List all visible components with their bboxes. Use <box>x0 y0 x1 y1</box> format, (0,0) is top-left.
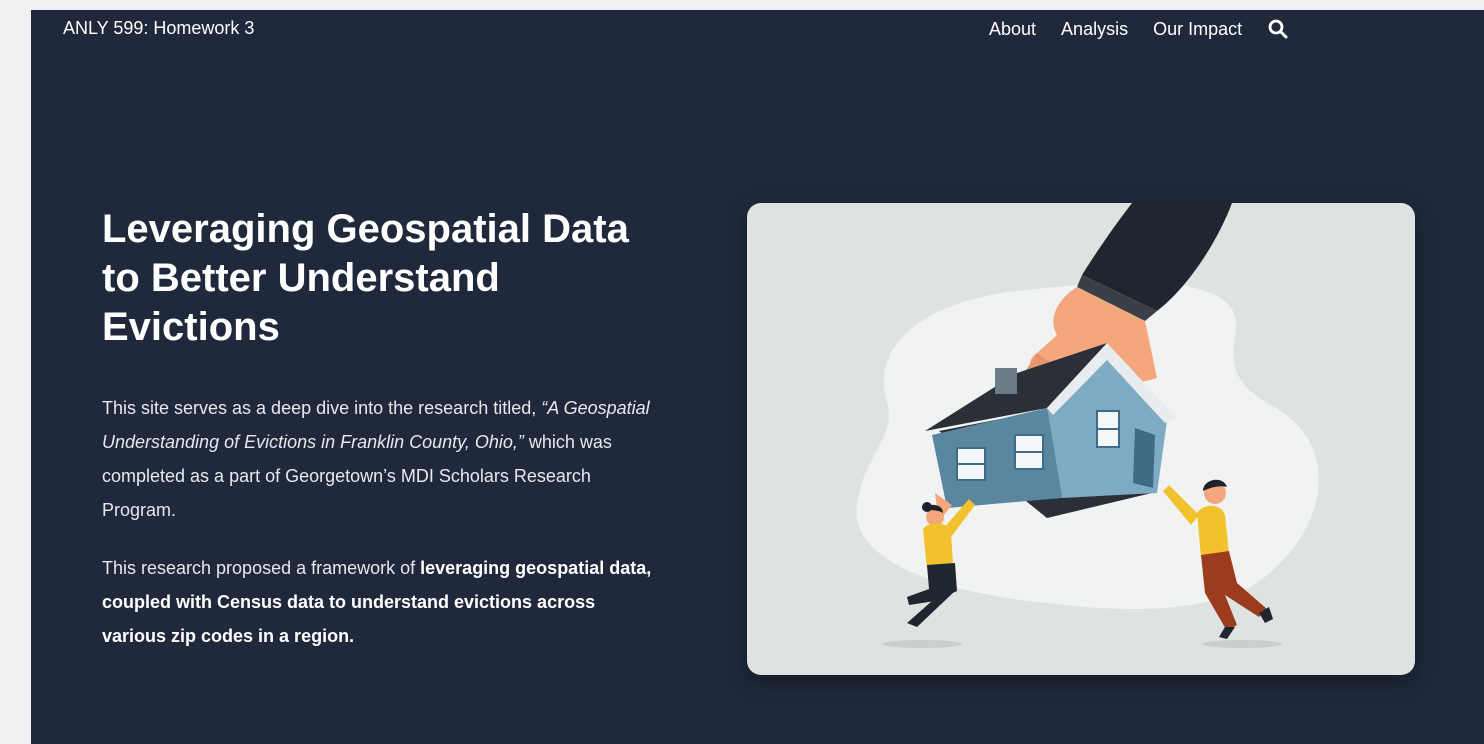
hero-description-2: This research proposed a framework of le… <box>102 551 662 653</box>
search-icon[interactable] <box>1267 18 1289 40</box>
nav-link-analysis[interactable]: Analysis <box>1061 19 1128 40</box>
desc2-text-start: This research proposed a framework of <box>102 558 421 578</box>
hero-description-1: This site serves as a deep dive into the… <box>102 391 662 527</box>
site-brand-link[interactable]: ANLY 599: Homework 3 <box>63 18 254 39</box>
nav-link-our-impact[interactable]: Our Impact <box>1153 19 1242 40</box>
top-navbar: ANLY 599: Homework 3 About Analysis Our … <box>31 10 1484 48</box>
eviction-illustration-graphic <box>856 203 1319 648</box>
hero-title: Leveraging Geospatial Data to Better Und… <box>102 207 629 349</box>
desc1-text-start: This site serves as a deep dive into the… <box>102 398 542 418</box>
page-container: ANLY 599: Homework 3 About Analysis Our … <box>31 10 1484 744</box>
main-nav: About Analysis Our Impact <box>989 18 1289 40</box>
hero-illustration <box>747 203 1415 675</box>
nav-link-about[interactable]: About <box>989 19 1036 40</box>
